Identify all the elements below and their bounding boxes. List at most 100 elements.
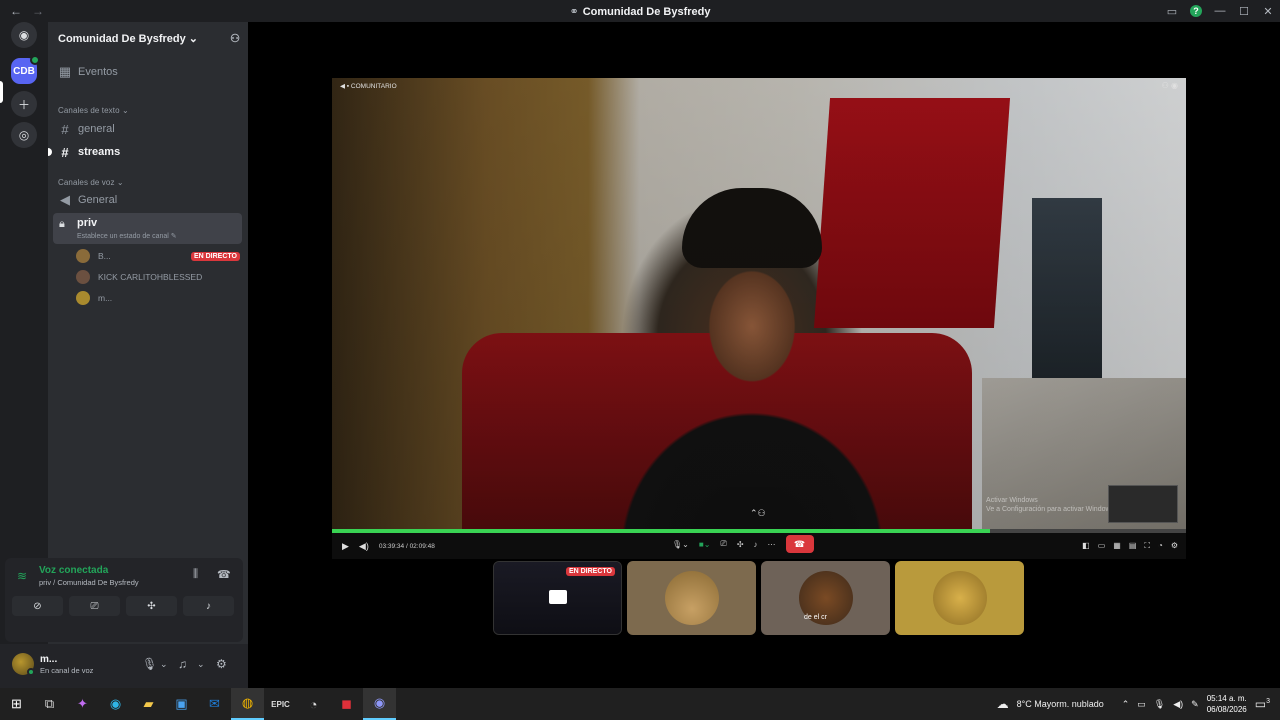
theater-icon[interactable]: ▭ — [1098, 541, 1106, 551]
noise-suppression-icon[interactable]: ⫼ — [193, 568, 198, 581]
activities-icon[interactable]: ✣ — [737, 540, 744, 549]
speedtest-icon[interactable]: ◔ — [297, 688, 330, 720]
pen-icon[interactable]: ✎ — [1191, 699, 1199, 710]
popout-icon[interactable]: ◧ — [1082, 541, 1090, 551]
events-item[interactable]: ▦ Eventos — [54, 62, 242, 82]
microphone-icon[interactable]: 🎙︎⌄ — [672, 540, 689, 549]
video-controls: ▶ ◀) 03:39:34 / 02:09:48 🎙︎⌄ ■⌄ ⎚ ✣ ♪ ⋯ … — [332, 533, 1186, 559]
share-screen-button[interactable]: ⎚ — [69, 596, 120, 616]
add-server-icon[interactable]: ＋ — [11, 91, 37, 117]
participant-tile[interactable] — [895, 561, 1024, 635]
invite-people-icon[interactable]: ⚇ — [230, 32, 240, 45]
chrome-icon[interactable]: ◍ — [231, 688, 264, 720]
soundboard-button[interactable]: ♪ — [183, 596, 234, 616]
file-explorer-icon[interactable]: ▰ — [132, 688, 165, 720]
weather-icon[interactable]: ☁ — [997, 697, 1009, 711]
channel-general[interactable]: # general — [54, 119, 242, 139]
participant-tile[interactable]: de el cr — [761, 561, 890, 635]
store-icon[interactable]: ▣ — [165, 688, 198, 720]
server-header[interactable]: Comunidad De Bysfredy ⌄ ⚇ — [48, 22, 248, 54]
voice-category[interactable]: Canales de voz ⌄ — [58, 178, 124, 187]
camera-off-button[interactable]: ⊘ — [12, 596, 63, 616]
app-red-icon[interactable]: ◼ — [330, 688, 363, 720]
network-icon[interactable]: ▭ — [1137, 699, 1146, 710]
weather-text[interactable]: 8°C Mayorm. nublado — [1017, 699, 1104, 709]
chevron-down-icon[interactable]: ⌄ — [160, 659, 168, 670]
explore-icon[interactable]: ◎ — [11, 122, 37, 148]
picture-in-picture[interactable] — [1108, 485, 1178, 523]
server-icon-cdb[interactable]: CDB — [11, 55, 40, 84]
notifications-icon[interactable]: ▭3 — [1255, 697, 1270, 711]
live-badge: EN DIRECTO — [190, 251, 240, 261]
mic-icon[interactable]: 🎙︎ — [1154, 699, 1165, 710]
voice-location[interactable]: priv / Comunidad De Bysfredy — [39, 578, 139, 587]
voice-channel-general[interactable]: ◀ General — [54, 190, 242, 210]
channel-status-prompt[interactable]: Establece un estado de canal ✎ — [77, 232, 177, 240]
copilot-icon[interactable]: ✦ — [66, 688, 99, 720]
server-glyph-icon: ⚭ — [569, 5, 579, 18]
play-icon[interactable]: ▶ — [342, 541, 349, 552]
chevron-up-icon[interactable]: ⌃ — [1122, 699, 1130, 710]
speaker-icon: ◀ — [60, 192, 70, 207]
discord-home-icon[interactable]: ◉ — [11, 22, 37, 48]
user-panel: m... En canal de voz 🎙︎ ⌄ ♫ ⌄ ⚙ — [0, 644, 248, 688]
settings-gear-icon[interactable]: ⚙ — [1171, 541, 1178, 551]
monitor-icon — [549, 590, 567, 604]
minimize-button[interactable]: — — [1208, 0, 1232, 22]
outlook-icon[interactable]: ✉ — [198, 688, 231, 720]
voice-user[interactable]: B... EN DIRECTO — [76, 247, 240, 265]
soundboard-icon: ♪ — [206, 600, 211, 612]
text-category[interactable]: Canales de texto ⌄ — [58, 106, 129, 115]
stream-channel-label: ◀ ▪ COMUNITARIO — [340, 83, 397, 90]
avatar — [76, 291, 90, 305]
grid-icon[interactable]: ▦ — [1113, 541, 1121, 551]
voice-user[interactable]: m... — [76, 289, 240, 307]
phone-icon: ☎ — [793, 538, 806, 549]
edge-icon[interactable]: ◉ — [99, 688, 132, 720]
voice-channel-priv[interactable]: 🔒︎ priv Establece un estado de canal ✎ — [53, 213, 242, 244]
screen-share-icon[interactable]: ⎚ — [720, 539, 726, 549]
activities-icon: ✣ — [147, 600, 156, 612]
video-shade — [332, 78, 1186, 552]
speed-icon[interactable]: ◔ — [1158, 541, 1163, 551]
headphones-icon[interactable]: ♫ — [178, 657, 187, 671]
windows-start-icon[interactable]: ⊞ — [0, 688, 33, 720]
avatar — [665, 571, 719, 625]
hang-up-button[interactable]: ☎ — [785, 535, 814, 553]
fullscreen-icon[interactable]: ⛶ — [1144, 541, 1150, 551]
help-icon[interactable]: ? — [1184, 0, 1208, 22]
close-button[interactable]: ✕ — [1256, 0, 1280, 22]
disconnect-icon[interactable]: ☎ — [217, 568, 231, 581]
maximize-button[interactable]: ☐ — [1232, 0, 1256, 22]
activities-button[interactable]: ✣ — [126, 596, 177, 616]
channel-streams[interactable]: # streams — [48, 142, 242, 162]
stream-video[interactable]: ◀ ▪ COMUNITARIO ⚇ ◉ Activar Windows Ve a… — [332, 78, 1186, 552]
camera-icon[interactable]: ■⌄ — [699, 540, 711, 549]
layout-icon[interactable]: ▤ — [1129, 541, 1137, 551]
microphone-icon[interactable]: 🎙︎ — [142, 657, 157, 671]
hash-icon: # — [61, 121, 69, 137]
chevron-down-icon[interactable]: ⌄ — [197, 659, 205, 670]
participant-tile-stream[interactable]: EN DIRECTO — [493, 561, 622, 635]
epic-games-icon[interactable]: EPIC — [264, 688, 297, 720]
participant-tile[interactable] — [627, 561, 756, 635]
back-arrow-icon[interactable]: ← — [10, 4, 22, 18]
username[interactable]: m... — [40, 654, 57, 665]
stream-top-controls[interactable]: ⚇ ◉ — [1162, 81, 1178, 90]
signal-icon[interactable]: ≋ — [17, 569, 27, 583]
inbox-icon[interactable]: ▭ — [1160, 0, 1184, 22]
soundboard-icon[interactable]: ♪ — [754, 540, 758, 549]
discord-taskbar-icon[interactable]: ◉ — [363, 688, 396, 720]
expand-icon[interactable]: ⌃⚇ — [750, 508, 766, 519]
voice-user[interactable]: KICK CARLITOHBLESSED — [76, 268, 240, 286]
task-view-icon[interactable]: ⧉ — [33, 688, 66, 720]
time-readout: 03:39:34 / 02:09:48 — [378, 542, 435, 550]
taskbar: ⊞ ⧉ ✦ ◉ ▰ ▣ ✉ ◍ EPIC ◔ ◼ ◉ ☁ 8°C Mayorm.… — [0, 688, 1280, 720]
forward-arrow-icon[interactable]: → — [32, 4, 44, 18]
volume-icon[interactable]: ◀) — [1173, 699, 1183, 710]
settings-gear-icon[interactable]: ⚙ — [216, 657, 227, 671]
more-options-icon[interactable]: ⋯ — [768, 540, 776, 549]
volume-icon[interactable]: ◀) — [359, 541, 369, 552]
user-status: En canal de voz — [40, 666, 94, 675]
clock[interactable]: 05:14 a. m. 06/08/2026 — [1207, 693, 1247, 715]
